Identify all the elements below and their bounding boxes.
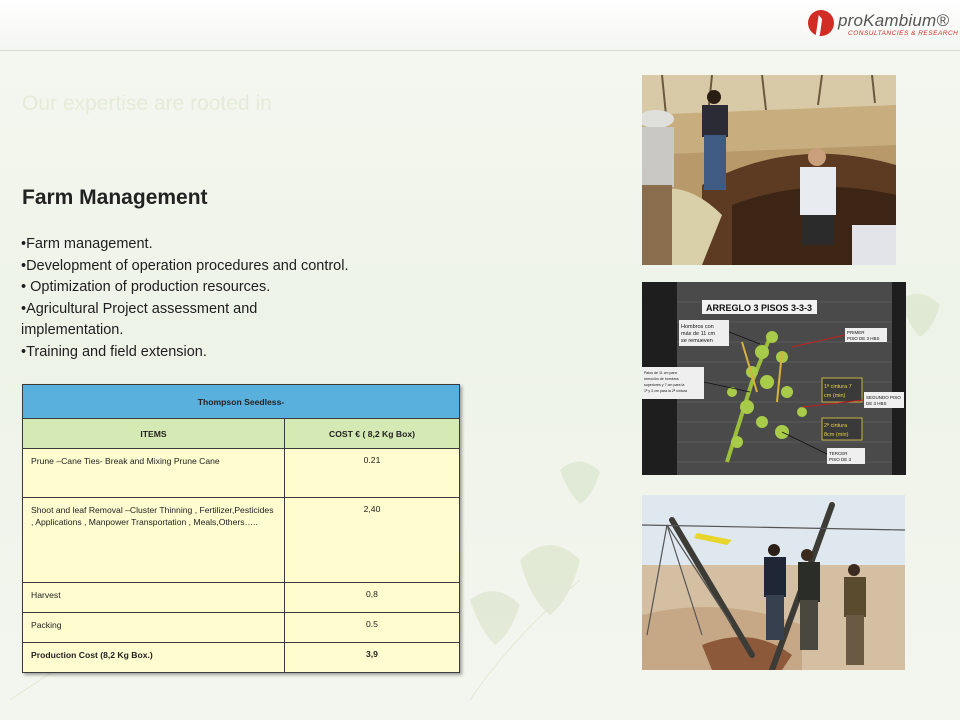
row-item: Production Cost (8,2 Kg Box.) — [22, 642, 285, 673]
row-item: Shoot and leaf Removal –Cluster Thinning… — [22, 497, 285, 583]
bullet-item: •Farm management. — [21, 236, 153, 252]
diagram-label: superiores y 7 cm para la — [644, 383, 684, 387]
row-item: Prune –Cane Ties- Break and Mixing Prune… — [22, 448, 285, 498]
diagram-label: SEGUNDO PISO — [866, 395, 901, 400]
diagram-label: PISO DE 3 HBS — [847, 336, 880, 341]
diagram-label: 1ª cintura 7 — [824, 383, 852, 390]
diagram-label: 8cm (min) — [824, 432, 849, 438]
table-row: Prune –Cane Ties- Break and Mixing Prune… — [22, 448, 460, 498]
diagram-label: 2ª cintura — [824, 422, 848, 429]
bullet-item: • Optimization of production resources. — [21, 279, 271, 295]
table-row: Packing 0.5 — [22, 612, 460, 643]
table-title: Thompson Seedless- — [22, 384, 460, 419]
table-row: Harvest 0,8 — [22, 582, 460, 613]
row-cost: 0.5 — [284, 612, 460, 643]
photo-pole-installation — [642, 495, 905, 670]
row-item: Packing — [22, 612, 285, 643]
column-header-cost: COST € ( 8,2 Kg Box) — [284, 418, 460, 449]
diagram-label: 1ª y 3 cm para la 2ª cintura — [644, 389, 687, 393]
bullet-list: •Farm management. •Development of operat… — [21, 234, 421, 363]
diagram-label: PISO DE 3 — [829, 457, 852, 462]
bullet-item: •Training and field extension. — [21, 343, 207, 360]
bullet-item: •Development of operation procedures and… — [21, 257, 349, 274]
row-cost: 2,40 — [284, 497, 460, 583]
row-cost: 0.21 — [284, 448, 460, 498]
diagram-title: ARREGLO 3 PISOS 3-3-3 — [706, 303, 812, 313]
table-row-total: Production Cost (8,2 Kg Box.) 3,9 — [22, 642, 460, 673]
diagram-label: DE 3 HBS — [866, 401, 887, 406]
diagram-label: más de 11 cm — [681, 331, 716, 337]
diagram-label: remoción de hombros — [644, 377, 679, 381]
row-cost: 3,9 — [284, 642, 460, 673]
row-item: Harvest — [22, 582, 285, 613]
faint-heading: Our expertise are rooted in — [22, 92, 272, 115]
diagram-label: TERCER — [829, 451, 848, 456]
row-cost: 0,8 — [284, 582, 460, 613]
column-header-items: ITEMS — [22, 418, 285, 449]
diagram-label: cm (min) — [824, 393, 846, 399]
vine-arrangement-diagram: ARREGLO 3 PISOS 3-3-3 Hombros con más de… — [642, 282, 906, 475]
section-title: Farm Management — [22, 186, 208, 209]
photo-soil-pit — [642, 75, 896, 265]
diagram-label: Palos de 11 cm para — [644, 371, 677, 375]
diagram-label: se remueven — [681, 338, 713, 344]
bullet-item: •Agricultural Project assessment and imp… — [21, 300, 258, 339]
cost-table: Thompson Seedless- ITEMS COST € ( 8,2 Kg… — [22, 384, 460, 673]
diagram-label: PRIMER — [847, 330, 865, 335]
table-row: Shoot and leaf Removal –Cluster Thinning… — [22, 497, 460, 583]
diagram-label: Hombros con — [681, 324, 714, 330]
